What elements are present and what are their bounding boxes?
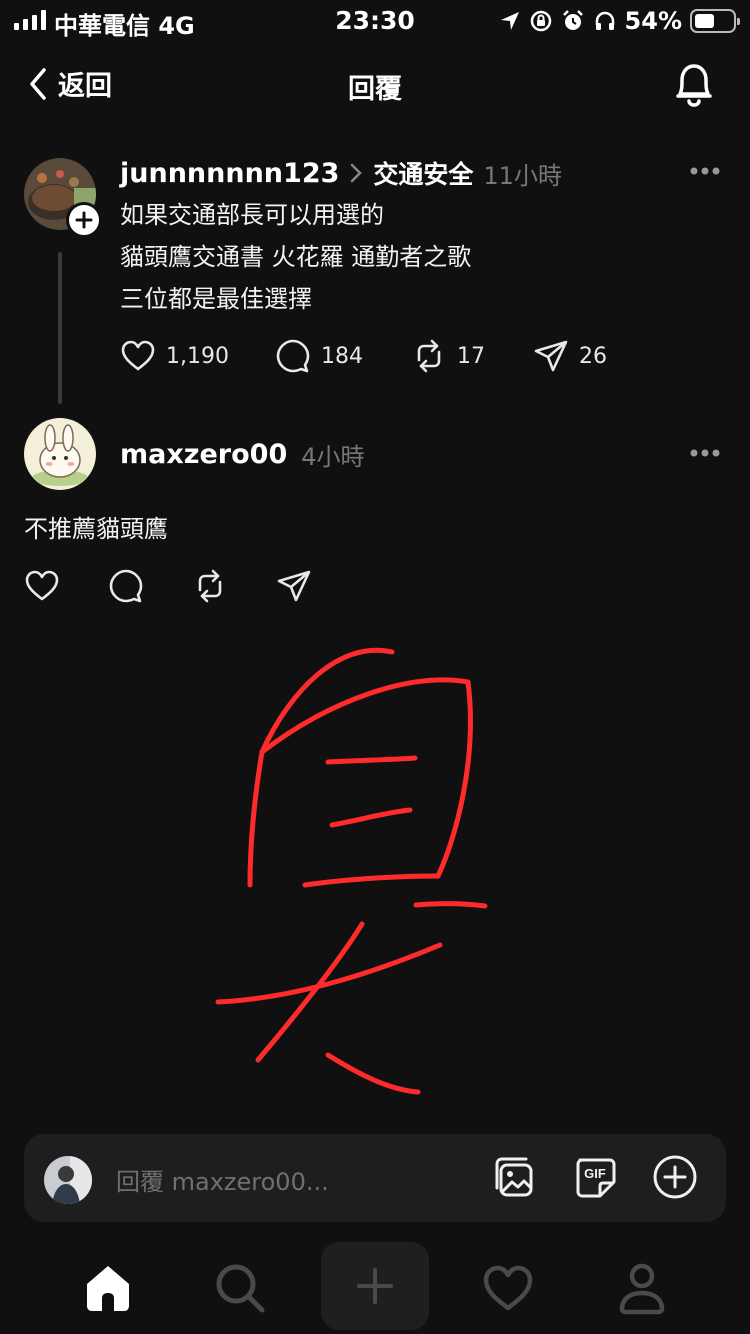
tab-profile[interactable] (612, 1258, 672, 1318)
bottom-tab-bar (0, 1238, 750, 1334)
tab-home[interactable] (78, 1258, 138, 1318)
handwritten-drawing (215, 647, 488, 1095)
post-actions (24, 568, 312, 604)
my-avatar-image (44, 1156, 92, 1204)
post-meta: maxzero00 4小時 (120, 437, 365, 472)
profile-icon (619, 1263, 665, 1315)
reply-composer: 回覆 maxzero00... GIF (24, 1134, 726, 1222)
comment-icon[interactable] (108, 568, 144, 604)
reply-post: maxzero00 4小時 不推薦貓頭鷹 (0, 0, 750, 620)
heart-icon (483, 1265, 533, 1311)
gif-sticker-icon[interactable]: GIF (570, 1152, 620, 1202)
post-time: 4小時 (301, 443, 365, 471)
username[interactable]: maxzero00 (120, 439, 287, 470)
post-text: 不推薦貓頭鷹 (24, 508, 168, 550)
home-icon (87, 1266, 129, 1311)
avatar[interactable] (24, 418, 96, 490)
image-picker-icon[interactable] (490, 1152, 540, 1202)
search-icon (216, 1264, 265, 1313)
more-options-icon[interactable] (690, 448, 720, 458)
tab-new-post[interactable] (321, 1242, 429, 1330)
post-text-line: 不推薦貓頭鷹 (24, 515, 168, 543)
send-icon[interactable] (276, 568, 312, 604)
tab-activity[interactable] (478, 1258, 538, 1318)
my-avatar (44, 1156, 92, 1204)
tab-search[interactable] (210, 1258, 270, 1318)
add-circle-icon[interactable] (650, 1152, 700, 1202)
plus-icon (357, 1268, 393, 1304)
reply-input[interactable]: 回覆 maxzero00... (116, 1162, 329, 1197)
avatar-image (24, 418, 96, 490)
heart-icon[interactable] (24, 568, 60, 604)
repost-icon[interactable] (192, 568, 228, 604)
svg-text:GIF: GIF (584, 1166, 606, 1181)
